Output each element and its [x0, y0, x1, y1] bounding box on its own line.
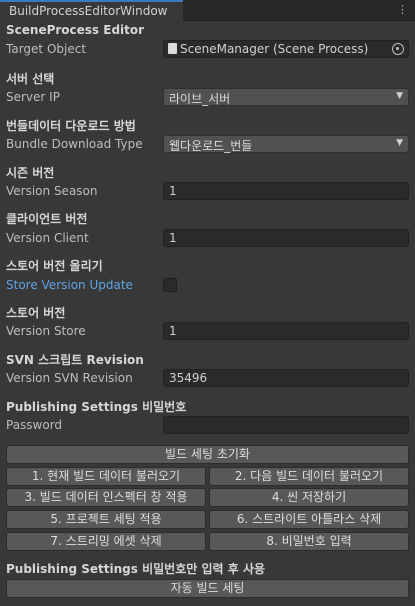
chevron-down-icon: ▼	[396, 138, 403, 148]
load-next-build-data-button[interactable]: 2. 다음 빌드 데이터 불러오기	[209, 467, 409, 486]
more-options-icon[interactable]: ⋮	[397, 3, 408, 16]
bundle-header: 번들데이터 다운로드 방법	[6, 119, 136, 133]
bundle-download-type-label: Bundle Download Type	[6, 137, 143, 151]
password-label: Password	[6, 418, 63, 432]
store-header: 스토어 버전	[6, 306, 66, 320]
save-scene-button[interactable]: 4. 씬 저장하기	[209, 488, 409, 507]
auto-build-settings-button[interactable]: 자동 빌드 세팅	[6, 579, 409, 598]
version-svn-revision-input[interactable]: 35496	[163, 369, 409, 387]
scene-process-header: SceneProcess Editor	[6, 23, 145, 37]
version-store-label: Version Store	[6, 324, 86, 338]
auto-build-header: Publishing Settings 비밀번호만 입력 후 사용	[6, 562, 266, 576]
chevron-down-icon: ▼	[396, 91, 403, 101]
target-object-value: SceneManager (Scene Process)	[180, 42, 369, 56]
object-picker-icon[interactable]	[392, 43, 404, 55]
delete-sprite-atlas-button[interactable]: 6. 스트라이트 아틀라스 삭제	[209, 510, 409, 529]
svn-header: SVN 스크립트 Revision	[6, 353, 144, 367]
store-version-update-checkbox[interactable]	[163, 278, 177, 292]
window-tab-bar: BuildProcessEditorWindow ⋮	[0, 0, 415, 21]
target-object-field[interactable]: SceneManager (Scene Process)	[163, 40, 409, 58]
version-client-label: Version Client	[6, 231, 89, 245]
load-current-build-data-button[interactable]: 1. 현재 빌드 데이터 불러오기	[6, 467, 206, 486]
server-ip-label: Server IP	[6, 90, 60, 104]
apply-build-data-inspector-button[interactable]: 3. 빌드 데이터 인스펙터 창 적용	[6, 488, 206, 507]
reset-build-settings-button[interactable]: 빌드 세팅 초기화	[6, 445, 409, 464]
server-ip-value: 라이브_서버	[169, 92, 231, 106]
version-client-input[interactable]: 1	[163, 229, 409, 247]
script-file-icon	[168, 43, 177, 54]
bundle-download-type-dropdown[interactable]: 웹다운로드_번들 ▼	[163, 135, 409, 153]
apply-project-settings-button[interactable]: 5. 프로젝트 세팅 적용	[6, 510, 206, 529]
window-tab[interactable]: BuildProcessEditorWindow	[0, 0, 183, 21]
delete-streaming-assets-button[interactable]: 7. 스트리밍 에셋 삭제	[6, 532, 206, 551]
password-input[interactable]	[163, 416, 409, 434]
store-update-header: 스토어 버전 올리기	[6, 259, 103, 273]
version-season-input[interactable]: 1	[163, 182, 409, 200]
season-header: 시즌 버전	[6, 166, 55, 180]
bundle-download-type-value: 웹다운로드_번들	[169, 139, 253, 153]
server-ip-dropdown[interactable]: 라이브_서버 ▼	[163, 88, 409, 106]
store-version-update-label: Store Version Update	[6, 278, 133, 292]
version-store-input[interactable]: 1	[163, 322, 409, 340]
version-season-label: Version Season	[6, 184, 98, 198]
publishing-password-header: Publishing Settings 비밀번호	[6, 400, 187, 414]
client-header: 클라이언트 버전	[6, 212, 88, 226]
version-svn-revision-label: Version SVN Revision	[6, 371, 133, 385]
server-header: 서버 선택	[6, 72, 55, 86]
target-object-label: Target Object	[6, 42, 87, 56]
window-tab-title: BuildProcessEditorWindow	[9, 4, 168, 18]
enter-password-button[interactable]: 8. 비밀번호 입력	[209, 532, 409, 551]
